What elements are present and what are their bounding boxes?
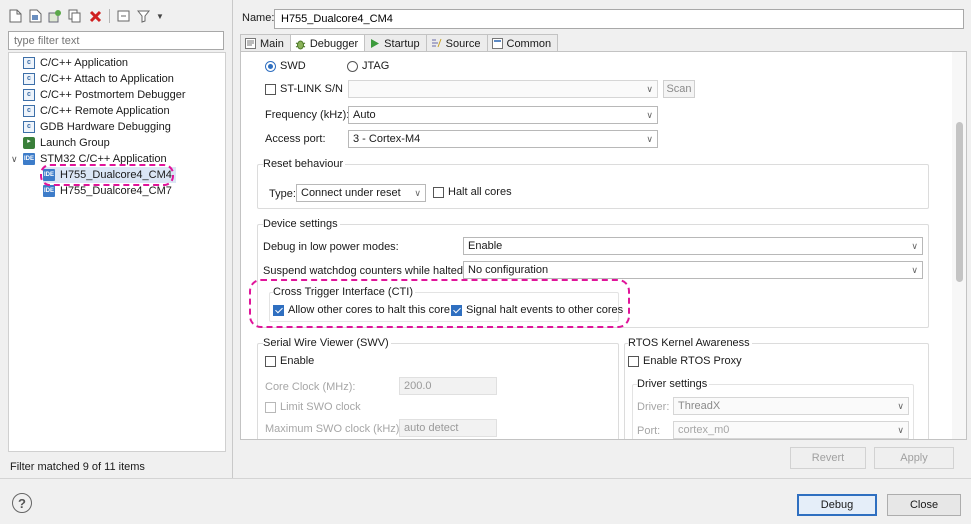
core-clock-label: Core Clock (MHz): — [265, 381, 356, 393]
swv-title: Serial Wire Viewer (SWV) — [263, 337, 391, 349]
tree-item-launch-group[interactable]: ▸ Launch Group — [23, 135, 110, 151]
tree-item-cpp-remote[interactable]: c C/C++ Remote Application — [23, 103, 170, 119]
rtos-title: RTOS Kernel Awareness — [628, 337, 752, 349]
frequency-label: Frequency (kHz): — [265, 109, 350, 121]
new-config-icon[interactable] — [6, 7, 24, 25]
tab-main[interactable]: Main — [240, 34, 291, 52]
export-icon[interactable] — [46, 7, 64, 25]
toolbar-separator — [109, 9, 110, 23]
port-label: Port: — [637, 425, 661, 437]
tree-item-cpp-application[interactable]: c C/C++ Application — [23, 55, 128, 71]
cti-highlight — [249, 279, 630, 328]
stlink-sn-checkbox[interactable]: ST-LINK S/N — [265, 83, 343, 95]
vertical-scrollbar[interactable] — [952, 52, 966, 439]
c-icon: c — [23, 89, 35, 101]
delete-icon[interactable] — [86, 7, 104, 25]
filter-input[interactable] — [8, 31, 224, 50]
driver-settings-title: Driver settings — [637, 378, 710, 390]
pane-divider[interactable] — [232, 0, 233, 478]
tab-startup[interactable]: Startup — [364, 34, 427, 52]
radio-dot — [347, 60, 358, 72]
checkbox-box — [628, 355, 639, 367]
radio-dot — [265, 60, 276, 72]
launch-config-tree: c C/C++ Application c C/C++ Attach to Ap… — [8, 52, 226, 452]
chevron-down-icon: ∨ — [911, 264, 918, 275]
checkbox-box — [433, 186, 444, 198]
debugger-panel: SWD JTAG ST-LINK S/N ∨ Scan Frequency (k… — [240, 51, 967, 440]
help-icon[interactable]: ? — [12, 493, 32, 513]
tree-item-gdb-hardware[interactable]: c GDB Hardware Debugging — [23, 119, 171, 135]
halt-all-cores-checkbox[interactable]: Halt all cores — [433, 186, 512, 198]
debug-button[interactable]: Debug — [797, 494, 877, 516]
new-prototype-icon[interactable] — [26, 7, 44, 25]
chevron-down-icon: ∨ — [897, 400, 904, 411]
access-port-select[interactable]: 3 - Cortex-M4 ∨ — [348, 130, 658, 148]
low-power-label: Debug in low power modes: — [263, 241, 399, 253]
frequency-select[interactable]: Auto ∨ — [348, 106, 658, 124]
source-icon — [431, 38, 442, 48]
tab-common[interactable]: Common — [486, 34, 559, 52]
footer-divider — [0, 478, 971, 479]
stlink-sn-select[interactable]: ∨ — [348, 80, 658, 98]
tree-item-cpp-attach[interactable]: c C/C++ Attach to Application — [23, 71, 174, 87]
chevron-down-icon: ∨ — [646, 109, 653, 120]
device-settings-title: Device settings — [263, 218, 340, 230]
tree-item-cpp-postmortem[interactable]: c C/C++ Postmortem Debugger — [23, 87, 186, 103]
reset-group-title: Reset behaviour — [263, 158, 346, 170]
ide-icon: IDE — [23, 153, 35, 165]
tab-source[interactable]: Source — [425, 34, 488, 52]
duplicate-icon[interactable] — [66, 7, 84, 25]
swd-radio[interactable]: SWD — [265, 60, 306, 72]
collapse-all-icon[interactable] — [115, 7, 133, 25]
chevron-down-icon: ∨ — [911, 240, 918, 251]
low-power-select[interactable]: Enable ∨ — [463, 237, 923, 255]
driver-label: Driver: — [637, 401, 670, 413]
ide-icon: IDE — [43, 185, 55, 197]
revert-button[interactable]: Revert — [790, 447, 866, 469]
chevron-down-icon: ∨ — [414, 187, 421, 198]
chevron-down-icon[interactable]: ∨ — [11, 154, 21, 165]
checkbox-box — [265, 83, 276, 95]
main-tab-icon — [245, 38, 256, 49]
scan-button[interactable]: Scan — [663, 80, 695, 98]
chevron-down-icon: ∨ — [646, 133, 653, 144]
watchdog-label: Suspend watchdog counters while halted: — [263, 265, 467, 277]
jtag-radio[interactable]: JTAG — [347, 60, 389, 72]
rtos-enable-checkbox[interactable]: Enable RTOS Proxy — [628, 355, 742, 367]
checkbox-box — [265, 401, 276, 413]
chevron-down-icon: ∨ — [646, 83, 653, 94]
filter-icon[interactable] — [135, 7, 153, 25]
watchdog-select[interactable]: No configuration ∨ — [463, 261, 923, 279]
max-swo-field[interactable]: auto detect — [399, 419, 497, 437]
c-icon: c — [23, 121, 35, 133]
play-icon — [371, 39, 380, 48]
access-port-label: Access port: — [265, 133, 326, 145]
launch-config-toolbar: ▼ — [6, 6, 165, 26]
reset-type-select[interactable]: Connect under reset ∨ — [296, 184, 426, 202]
scrollbar-thumb[interactable] — [956, 122, 963, 282]
swv-enable-checkbox[interactable]: Enable — [265, 355, 314, 367]
c-icon: c — [23, 73, 35, 85]
limit-swo-checkbox[interactable]: Limit SWO clock — [265, 401, 361, 413]
core-clock-field[interactable]: 200.0 — [399, 377, 497, 395]
c-icon: c — [23, 105, 35, 117]
apply-button[interactable]: Apply — [874, 447, 954, 469]
max-swo-label: Maximum SWO clock (kHz): — [265, 423, 403, 435]
tree-highlight — [40, 164, 174, 186]
chevron-down-icon: ∨ — [897, 424, 904, 435]
driver-select[interactable]: ThreadX ∨ — [673, 397, 909, 415]
bug-icon — [295, 40, 306, 49]
view-menu-icon[interactable]: ▼ — [155, 7, 165, 25]
name-label: Name: — [242, 12, 275, 24]
reset-type-label: Type: — [269, 188, 296, 200]
launch-group-icon: ▸ — [23, 137, 35, 149]
c-icon: c — [23, 57, 35, 69]
tab-bar: Main Debugger Startup Source Common — [240, 34, 559, 53]
checkbox-box — [265, 355, 276, 367]
close-button[interactable]: Close — [887, 494, 961, 516]
name-input[interactable] — [274, 9, 964, 29]
common-icon — [491, 38, 503, 49]
port-select[interactable]: cortex_m0 ∨ — [673, 421, 909, 439]
filter-status: Filter matched 9 of 11 items — [10, 461, 145, 473]
